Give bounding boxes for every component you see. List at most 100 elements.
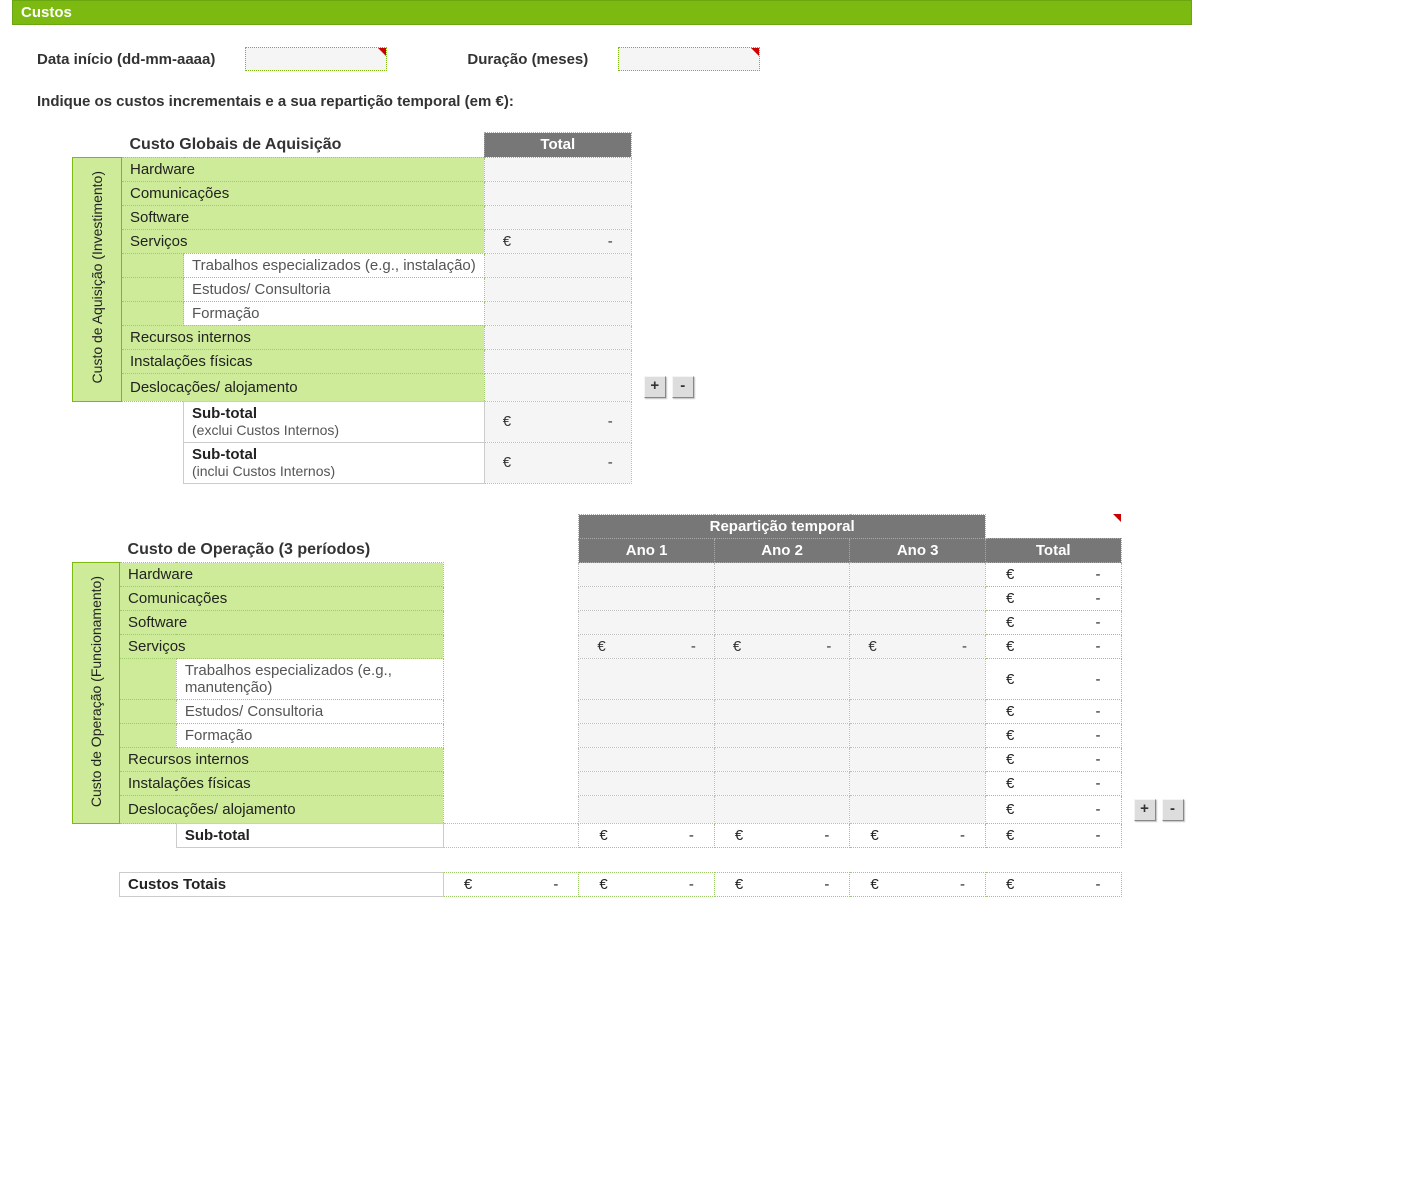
op-deslocacoes-y2[interactable]: [714, 796, 850, 824]
op-software-y1[interactable]: [579, 611, 715, 635]
op-recursos-y2[interactable]: [714, 748, 850, 772]
cell-formacao-total[interactable]: [484, 301, 631, 325]
op-total-header: Total: [985, 538, 1121, 563]
acq-add-button[interactable]: +: [644, 376, 666, 398]
acq-subtotal-inclui-label: Sub-total (inclui Custos Internos): [184, 442, 485, 483]
date-start-label: Data início (dd-mm-aaaa): [37, 51, 215, 68]
op-subtotal-total: €-: [985, 824, 1121, 848]
op-subtotal-y1: €-: [579, 824, 715, 848]
op-instalacoes-y3[interactable]: [850, 772, 986, 796]
cell-hardware-total[interactable]: [484, 157, 631, 181]
acq-subtotal-inclui-value: €-: [484, 442, 631, 483]
acq-remove-button[interactable]: -: [672, 376, 694, 398]
duration-input[interactable]: [618, 47, 760, 71]
op-hardware-total: €-: [985, 563, 1121, 587]
op-estudos-y1[interactable]: [579, 700, 715, 724]
op-formacao-y1[interactable]: [579, 724, 715, 748]
op-instalacoes-y1[interactable]: [579, 772, 715, 796]
op-row-deslocacoes: Deslocações/ alojamento: [120, 796, 444, 824]
row-instalacoes: Instalações físicas: [122, 349, 485, 373]
op-software-y2[interactable]: [714, 611, 850, 635]
op-row-servicos: Serviços: [120, 635, 444, 659]
op-trabalhos-y3[interactable]: [850, 659, 986, 700]
op-row-formacao: Formação: [176, 724, 443, 748]
acquisition-block: Custo Globais de Aquisição Total Custo d…: [72, 132, 1192, 484]
op-deslocacoes-y1[interactable]: [579, 796, 715, 824]
op-hardware-y3[interactable]: [850, 563, 986, 587]
op-servicos-y3: €-: [850, 635, 986, 659]
op-row-software: Software: [120, 611, 444, 635]
banner-title: Custos: [21, 4, 72, 21]
date-duration-row: Data início (dd-mm-aaaa) Duração (meses): [37, 47, 1192, 71]
op-year2-header: Ano 2: [714, 538, 850, 563]
op-comunicacoes-y2[interactable]: [714, 587, 850, 611]
op-software-y3[interactable]: [850, 611, 986, 635]
operation-vertical-label: Custo de Operação (Funcionamento): [73, 563, 120, 824]
op-hardware-y1[interactable]: [579, 563, 715, 587]
op-trabalhos-total: €-: [985, 659, 1121, 700]
op-estudos-y2[interactable]: [714, 700, 850, 724]
op-row-estudos: Estudos/ Consultoria: [176, 700, 443, 724]
op-comunicacoes-y3[interactable]: [850, 587, 986, 611]
op-recursos-y1[interactable]: [579, 748, 715, 772]
row-software: Software: [122, 205, 485, 229]
op-servicos-y2: €-: [714, 635, 850, 659]
totals-y2: €-: [714, 873, 850, 897]
row-formacao: Formação: [184, 301, 485, 325]
op-formacao-total: €-: [985, 724, 1121, 748]
op-deslocacoes-total: €-: [985, 796, 1121, 824]
op-row-trabalhos: Trabalhos especializados (e.g., manutenç…: [176, 659, 443, 700]
row-servicos: Serviços: [122, 229, 485, 253]
op-deslocacoes-y3[interactable]: [850, 796, 986, 824]
op-instalacoes-y2[interactable]: [714, 772, 850, 796]
op-subtotal-y2: €-: [714, 824, 850, 848]
row-estudos: Estudos/ Consultoria: [184, 277, 485, 301]
op-comunicacoes-total: €-: [985, 587, 1121, 611]
cell-estudos-total[interactable]: [484, 277, 631, 301]
acq-subtotal-exclui-value: €-: [484, 401, 631, 442]
op-servicos-total: €-: [985, 635, 1121, 659]
instruction-text: Indique os custos incrementais e a sua r…: [37, 93, 1192, 110]
section-banner: Custos: [12, 0, 1192, 25]
cell-deslocacoes-total[interactable]: [484, 373, 631, 401]
op-estudos-total: €-: [985, 700, 1121, 724]
row-comunicacoes: Comunicações: [122, 181, 485, 205]
row-recursos: Recursos internos: [122, 325, 485, 349]
op-year1-header: Ano 1: [579, 538, 715, 563]
row-trabalhos-especializados: Trabalhos especializados (e.g., instalaç…: [184, 253, 485, 277]
cell-servicos-total: €-: [484, 229, 631, 253]
op-estudos-y3[interactable]: [850, 700, 986, 724]
op-row-hardware: Hardware: [120, 563, 444, 587]
op-row-instalacoes: Instalações físicas: [120, 772, 444, 796]
operation-table: Repartição temporal Custo de Operação (3…: [72, 514, 1192, 898]
op-subtotal-y3: €-: [850, 824, 986, 848]
totals-y3: €-: [850, 873, 986, 897]
cell-comunicacoes-total[interactable]: [484, 181, 631, 205]
op-row-comunicacoes: Comunicações: [120, 587, 444, 611]
date-start-input[interactable]: [245, 47, 387, 71]
op-formacao-y2[interactable]: [714, 724, 850, 748]
acq-subtotal-exclui-label: Sub-total (exclui Custos Internos): [184, 401, 485, 442]
row-hardware: Hardware: [122, 157, 485, 181]
op-add-button[interactable]: +: [1134, 799, 1156, 821]
op-hardware-y2[interactable]: [714, 563, 850, 587]
acquisition-title: Custo Globais de Aquisição: [122, 133, 485, 158]
cell-recursos-total[interactable]: [484, 325, 631, 349]
op-year3-header: Ano 3: [850, 538, 986, 563]
cell-software-total[interactable]: [484, 205, 631, 229]
op-remove-button[interactable]: -: [1162, 799, 1184, 821]
cell-trabalhos-total[interactable]: [484, 253, 631, 277]
op-trabalhos-y2[interactable]: [714, 659, 850, 700]
op-row-recursos: Recursos internos: [120, 748, 444, 772]
op-subtotal-label: Sub-total: [176, 824, 443, 848]
op-trabalhos-y1[interactable]: [579, 659, 715, 700]
acquisition-table: Custo Globais de Aquisição Total Custo d…: [72, 132, 702, 484]
cell-instalacoes-total[interactable]: [484, 349, 631, 373]
acquisition-vertical-label: Custo de Aquisição (Investimento): [73, 157, 122, 401]
op-comunicacoes-y1[interactable]: [579, 587, 715, 611]
op-servicos-y1: €-: [579, 635, 715, 659]
operation-title: Custo de Operação (3 períodos): [120, 538, 444, 563]
operation-block: Repartição temporal Custo de Operação (3…: [72, 514, 1192, 898]
op-recursos-y3[interactable]: [850, 748, 986, 772]
op-formacao-y3[interactable]: [850, 724, 986, 748]
